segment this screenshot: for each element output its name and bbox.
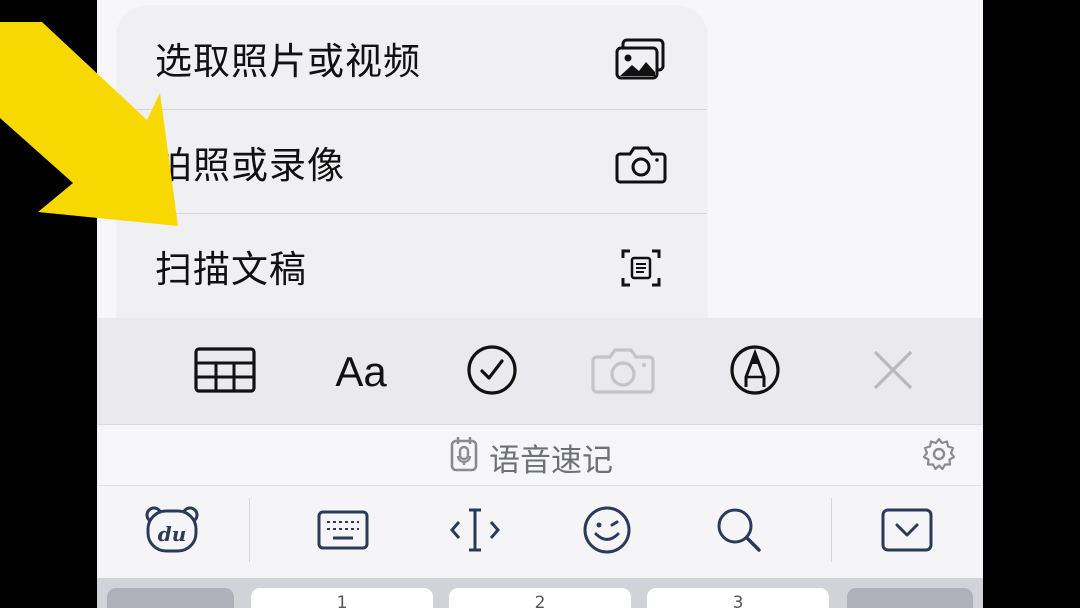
search-icon: [714, 505, 764, 559]
close-button[interactable]: [861, 340, 925, 404]
key-2[interactable]: 2: [449, 588, 631, 608]
cursor-control-button[interactable]: [445, 504, 505, 560]
key-1[interactable]: 1: [251, 588, 433, 608]
keyboard-switch-button[interactable]: [313, 504, 373, 560]
markup-pen-icon: [728, 343, 782, 401]
bear-logo-icon: du: [144, 505, 200, 559]
key-right-function[interactable]: [847, 588, 973, 608]
table-button[interactable]: [193, 340, 257, 404]
emoji-icon: [582, 505, 632, 559]
notes-toolbar: Aa: [97, 318, 983, 425]
settings-gear-icon[interactable]: [922, 437, 956, 475]
hide-keyboard-button[interactable]: [877, 504, 937, 560]
checklist-button[interactable]: [460, 340, 524, 404]
camera-icon: [591, 345, 655, 399]
text-format-button[interactable]: Aa: [329, 340, 393, 404]
microphone-note-icon: [449, 435, 479, 477]
chevron-down-icon: [881, 508, 933, 556]
search-button[interactable]: [709, 504, 769, 560]
menu-item-take-photo-video[interactable]: 拍照或录像: [117, 110, 707, 214]
voice-note-label: 语音速记: [489, 443, 613, 479]
key-label: 1: [336, 593, 348, 608]
checklist-icon: [465, 343, 519, 401]
camera-button[interactable]: [591, 340, 655, 404]
keyboard-icon: [317, 510, 369, 554]
markup-button[interactable]: [723, 340, 787, 404]
menu-item-label: 扫描文稿: [155, 248, 307, 291]
keyboard-toolbar: du: [97, 486, 983, 578]
toolbar-divider: [249, 498, 250, 562]
svg-text:du: du: [158, 522, 187, 546]
menu-item-scan-document[interactable]: 扫描文稿: [117, 214, 707, 318]
toolbar-divider: [831, 498, 832, 562]
key-3[interactable]: 3: [647, 588, 829, 608]
key-label: 2: [534, 593, 546, 608]
scan-document-icon: [615, 246, 667, 290]
voice-note-bar[interactable]: 语音速记: [97, 425, 983, 486]
table-icon: [194, 347, 256, 397]
cursor-move-icon: [447, 506, 503, 558]
yellow-pointer-arrow-icon: [0, 22, 178, 226]
close-icon: [871, 348, 915, 396]
keyboard-keys-row: 1 2 3: [97, 578, 983, 608]
notes-screen: 选取照片或视频 拍照或录像 扫描文稿 Aa 语音速记 du 1 2 3: [97, 0, 983, 608]
menu-item-choose-photo-video[interactable]: 选取照片或视频: [117, 6, 707, 110]
photo-library-icon: [615, 38, 667, 82]
text-format-icon: Aa: [335, 348, 387, 395]
emoji-button[interactable]: [577, 504, 637, 560]
du-keyboard-logo-button[interactable]: du: [142, 504, 202, 560]
camera-icon: [615, 142, 667, 186]
key-left-function[interactable]: [107, 588, 234, 608]
key-label: 3: [732, 593, 744, 608]
attachment-menu: 选取照片或视频 拍照或录像 扫描文稿: [117, 6, 707, 318]
